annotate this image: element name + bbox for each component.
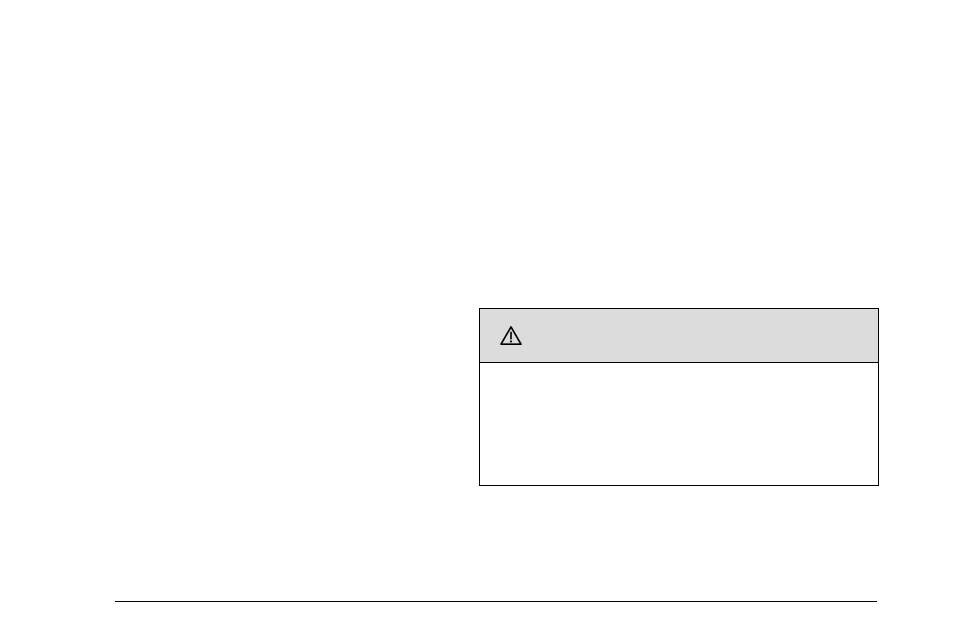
- callout-body: [480, 363, 878, 485]
- callout-header: [480, 309, 878, 363]
- footer-divider: [115, 601, 877, 602]
- callout-box: [479, 308, 879, 486]
- warning-icon: [500, 326, 522, 346]
